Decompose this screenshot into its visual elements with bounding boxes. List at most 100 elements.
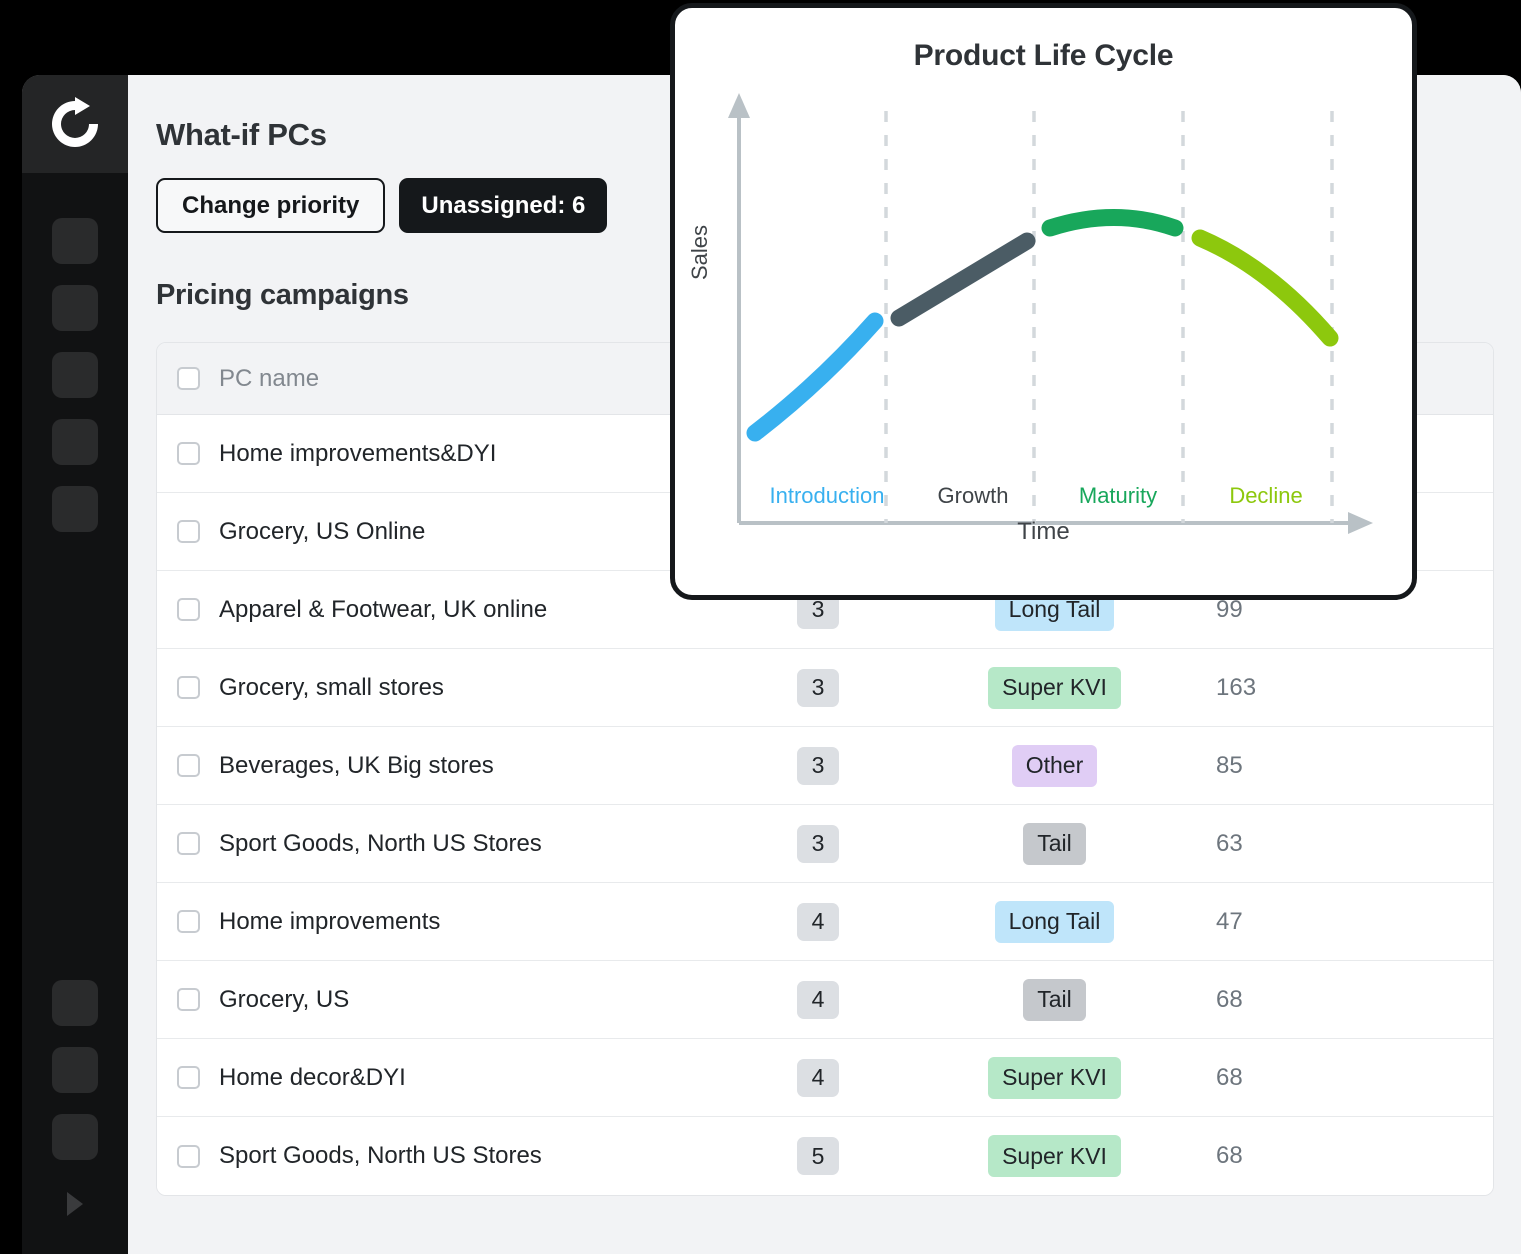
sidebar-item-3[interactable] [52, 352, 98, 398]
row-select-cell [157, 832, 219, 855]
cell-pc-name: Apparel & Footwear, UK online [219, 595, 548, 623]
cell-priority: 3 [719, 746, 917, 785]
row-select-cell [157, 754, 219, 777]
cell-priority: 3 [719, 824, 917, 863]
sidebar-top-items [52, 218, 98, 532]
priority-badge: 3 [797, 746, 839, 785]
chart-plot-area: Sales Introduction Growth Maturity Decli… [675, 73, 1412, 548]
cell-pc-name: Grocery, US [219, 985, 350, 1013]
screen-root: What-if PCs Change priority Unassigned: … [0, 0, 1521, 1254]
column-header-pc-name[interactable]: PC name [219, 365, 719, 393]
chart-svg [728, 93, 1373, 534]
y-axis-arrow-icon [728, 93, 750, 118]
chart-curve [746, 209, 1339, 442]
sidebar-item-6[interactable] [52, 980, 98, 1026]
table-row[interactable]: Beverages, UK Big stores 3 Other 85 [157, 727, 1493, 805]
status-badge: Super KVI [988, 1135, 1121, 1177]
cell-tag: Tail [917, 978, 1192, 1021]
row-select-cell [157, 442, 219, 465]
cell-pc-name: Home decor&DYI [219, 1063, 406, 1091]
cell-priority: 5 [719, 1137, 917, 1175]
table-row[interactable]: Home improvements 4 Long Tail 47 [157, 883, 1493, 961]
row-checkbox[interactable] [176, 442, 200, 465]
row-checkbox[interactable] [176, 598, 200, 621]
status-badge: Tail [1023, 822, 1086, 865]
table-row[interactable]: Sport Goods, North US Stores 3 Tail 63 [157, 805, 1493, 883]
cell-pc-name: Home improvements [219, 907, 441, 935]
row-select-cell [157, 910, 219, 933]
cell-pc-name: Sport Goods, North US Stores [219, 829, 542, 857]
refresh-circle-logo-icon [46, 95, 104, 153]
change-priority-button[interactable]: Change priority [156, 178, 386, 233]
cell-count: 163 [1216, 673, 1257, 701]
status-badge: Long Tail [994, 900, 1115, 943]
cell-pc-name: Grocery, small stores [219, 673, 444, 701]
cell-tag: Long Tail [917, 900, 1192, 943]
play-triangle-icon [64, 1190, 86, 1218]
sidebar-item-8[interactable] [52, 1114, 98, 1160]
row-checkbox[interactable] [176, 676, 200, 699]
segment-introduction [746, 312, 884, 442]
priority-badge: 3 [797, 668, 839, 707]
cell-count: 68 [1216, 1063, 1243, 1091]
sidebar-item-4[interactable] [52, 419, 98, 465]
status-badge: Super KVI [988, 666, 1121, 709]
row-checkbox[interactable] [176, 988, 200, 1011]
sidebar-item-5[interactable] [52, 486, 98, 532]
row-checkbox[interactable] [176, 520, 200, 543]
table-row[interactable]: Grocery, small stores 3 Super KVI 163 [157, 649, 1493, 727]
stage-label-decline: Decline [1229, 483, 1303, 508]
table-row[interactable]: Sport Goods, North US Stores 5 Super KVI 68 [157, 1117, 1493, 1195]
stage-label-maturity: Maturity [1078, 483, 1158, 508]
product-life-cycle-card: Product Life Cycle Sales Introduction Gr… [670, 3, 1417, 600]
cell-pc-name: Sport Goods, North US Stores [219, 1142, 542, 1169]
cell-priority: 4 [719, 980, 917, 1019]
segment-growth [890, 232, 1036, 327]
priority-badge: 5 [797, 1137, 839, 1175]
cell-count: 68 [1216, 985, 1243, 1013]
unassigned-button[interactable]: Unassigned: 6 [399, 178, 608, 233]
row-select-cell [157, 1144, 219, 1168]
row-select-cell [157, 598, 219, 621]
priority-badge: 4 [797, 1058, 839, 1097]
cell-priority: 4 [719, 902, 917, 941]
row-checkbox[interactable] [176, 1144, 200, 1168]
sidebar-item-1[interactable] [52, 218, 98, 264]
chart-y-axis-label: Sales [687, 224, 712, 280]
cell-count: 68 [1216, 1142, 1243, 1169]
segment-decline [1191, 229, 1339, 347]
sidebar-bottom-items [22, 980, 128, 1221]
cell-priority: 4 [719, 1058, 917, 1097]
select-all-checkbox[interactable] [176, 367, 200, 390]
row-select-cell [157, 1066, 219, 1089]
row-checkbox[interactable] [176, 754, 200, 777]
status-badge: Tail [1023, 978, 1086, 1021]
cell-tag: Tail [917, 822, 1192, 865]
sidebar-expand-button[interactable] [60, 1187, 90, 1221]
stage-label-growth: Growth [937, 483, 1009, 508]
cell-pc-name: Grocery, US Online [219, 517, 426, 545]
table-row[interactable]: Grocery, US 4 Tail 68 [157, 961, 1493, 1039]
cell-pc-name: Home improvements&DYI [219, 439, 497, 467]
row-select-cell [157, 520, 219, 543]
app-logo[interactable] [22, 75, 128, 173]
cell-tag: Super KVI [917, 1135, 1192, 1177]
cell-pc-name: Beverages, UK Big stores [219, 751, 494, 779]
sidebar-item-2[interactable] [52, 285, 98, 331]
row-checkbox[interactable] [176, 910, 200, 933]
sidebar-item-7[interactable] [52, 1047, 98, 1093]
cell-priority: 3 [719, 668, 917, 707]
sidebar-rail [22, 75, 128, 1254]
row-checkbox[interactable] [176, 832, 200, 855]
status-badge: Super KVI [988, 1056, 1121, 1099]
chart-title: Product Life Cycle [913, 39, 1174, 72]
status-badge: Other [1011, 744, 1098, 787]
row-select-cell [157, 988, 219, 1011]
cell-count: 47 [1216, 907, 1243, 935]
table-row[interactable]: Home decor&DYI 4 Super KVI 68 [157, 1039, 1493, 1117]
stage-label-introduction: Introduction [769, 483, 885, 508]
cell-tag: Other [917, 744, 1192, 787]
row-checkbox[interactable] [176, 1066, 200, 1089]
cell-count: 85 [1216, 751, 1243, 779]
cell-count: 63 [1216, 829, 1243, 857]
